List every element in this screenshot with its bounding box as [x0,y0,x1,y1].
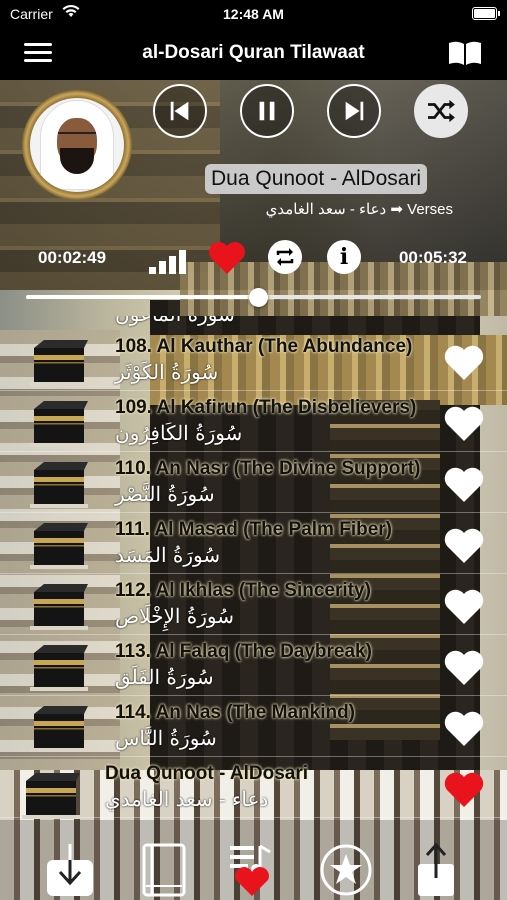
list-item[interactable]: 108. Al Kauthar (The Abundance) سُورَةُ ا… [0,330,507,391]
favorites-tab[interactable] [320,842,372,898]
hamburger-menu-icon[interactable] [24,41,54,65]
surah-english-name: 108. Al Kauthar (The Abundance) [115,336,413,357]
tab-bar [0,820,507,900]
kaaba-thumbnail [30,338,88,386]
surah-arabic-name: سُورَةُ الفَلَق [115,665,214,689]
progress-slider[interactable] [26,288,481,307]
kaaba-thumbnail [30,460,88,508]
list-item[interactable]: 110. An Nasr (The Divine Support) سُورَةُ… [0,452,507,513]
clock: 12:48 AM [223,6,284,22]
repeat-icon[interactable] [268,240,302,274]
favorite-heart-icon[interactable] [443,771,485,809]
playlist-tab[interactable] [226,842,278,898]
now-playing-subtitle: Verses ➡ دعاء - سعد الغامدي [265,201,453,218]
favorite-heart-icon[interactable] [443,405,485,443]
status-bar: Carrier 12:48 AM [0,0,507,28]
next-icon [345,101,364,121]
surah-english-name: 109. Al Kafirun (The Disbelievers) [115,397,417,418]
book-icon[interactable] [447,39,483,67]
surah-arabic-name: سُورَةُ الإِخْلَاص [115,604,235,628]
surah-english-name: 114. An Nas (The Mankind) [115,702,356,723]
playlist-favorites-icon [230,844,271,896]
audio-level-icon [149,250,187,274]
surah-english-name: 110. An Nasr (The Divine Support) [115,458,421,479]
now-playing-title: Dua Qunoot - AlDosari [205,164,428,194]
favorite-heart-icon[interactable] [443,344,485,382]
list-item[interactable]: 114. An Nas (The Mankind) سُورَةُ النَّاس [0,696,507,757]
partial-arabic-title: سُورَةُ الماعون [115,316,235,326]
star-icon [320,844,372,896]
favorite-heart-icon[interactable] [443,588,485,626]
previous-icon [170,101,189,121]
kaaba-thumbnail [30,399,88,447]
shuffle-button[interactable] [414,84,468,138]
favorite-heart-icon[interactable] [443,466,485,504]
download-tab[interactable] [44,842,96,898]
surah-english-name: 111. Al Masad (The Palm Fiber) [115,519,393,540]
surah-arabic-name: دعاء - سعد الغامدي [105,787,269,811]
shuffle-icon [428,99,455,123]
duration-time: 00:05:32 [398,248,467,267]
book-icon [142,843,186,897]
previous-button[interactable] [153,84,207,138]
kaaba-thumbnail [30,704,88,752]
surah-english-name: 113. Al Falaq (The Daybreak) [115,641,372,662]
book-tab[interactable] [138,842,190,898]
share-tab[interactable] [410,842,462,898]
slider-thumb[interactable] [249,288,269,307]
kaaba-thumbnail [22,771,80,819]
next-button[interactable] [327,84,381,138]
share-icon [418,842,454,896]
kaaba-thumbnail [30,521,88,569]
favorite-heart-icon[interactable] [443,710,485,748]
surah-english-name: 112. Al Ikhlas (The Sincerity) [115,580,371,601]
list-item[interactable]: 111. Al Masad (The Palm Fiber) سُورَةُ ال… [0,513,507,574]
surah-english-name: Dua Qunoot - AlDosari [105,763,309,784]
favorite-heart-icon[interactable] [207,240,247,276]
app-title: al-Dosari Quran Tilawaat [142,42,365,63]
pause-button[interactable] [240,84,294,138]
favorite-heart-icon[interactable] [443,649,485,687]
slider-fill [26,295,259,299]
kaaba-thumbnail [30,582,88,630]
reciter-avatar [22,90,132,200]
surah-arabic-name: سُورَةُ النَّاس [115,726,217,750]
download-icon [47,844,93,896]
navigation-bar: al-Dosari Quran Tilawaat [0,28,507,80]
list-item[interactable]: 109. Al Kafirun (The Disbelievers) سُورَة… [0,391,507,452]
surah-arabic-name: سُورَةُ الكَوْثَر [115,360,219,384]
battery-icon [472,7,500,20]
surah-arabic-name: سُورَةُ النَّصْر [115,482,215,506]
favorite-heart-icon[interactable] [443,527,485,565]
list-item[interactable]: 113. Al Falaq (The Daybreak) سُورَةُ الفَ… [0,635,507,696]
surah-arabic-name: سُورَةُ المَسَد [115,543,221,567]
list-item[interactable]: 112. Al Ikhlas (The Sincerity) سُورَةُ ال… [0,574,507,635]
info-icon[interactable]: i [327,240,361,274]
surah-list[interactable]: سُورَةُ الماعون 108. Al Kauthar (The Abu… [0,316,507,820]
kaaba-thumbnail [30,643,88,691]
pause-icon [259,101,275,121]
list-item[interactable]: Dua Qunoot - AlDosari دعاء - سعد الغامدي [0,757,507,819]
surah-arabic-name: سُورَةُ الكَافِرُون [115,421,243,445]
elapsed-time: 00:02:49 [38,248,107,267]
